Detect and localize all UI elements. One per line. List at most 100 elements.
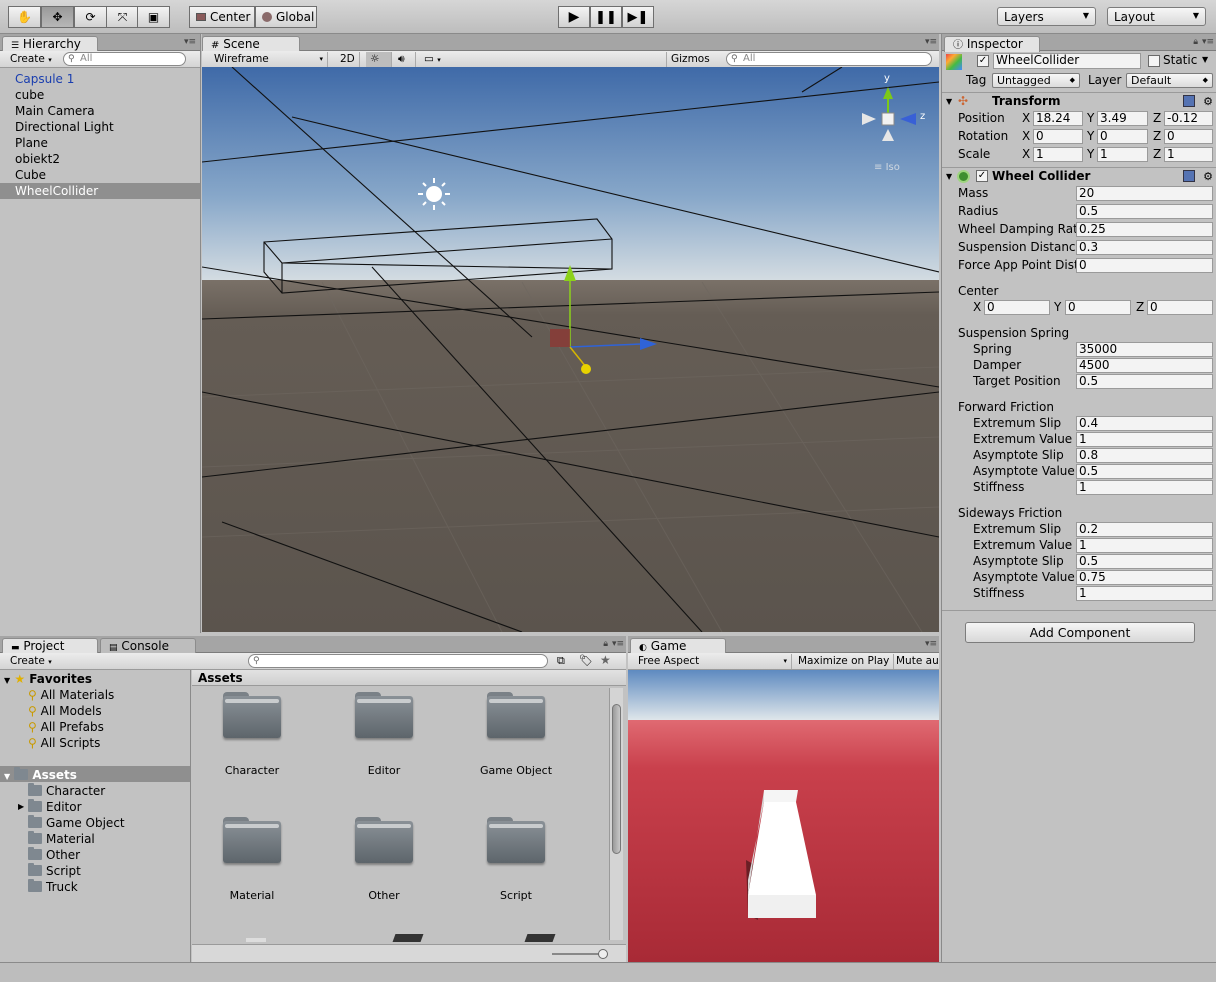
add-component-button[interactable]: Add Component (965, 622, 1195, 643)
settings-gear-icon[interactable]: ⚙ (1203, 93, 1213, 110)
zoom-slider-handle[interactable] (598, 949, 608, 959)
target-position-field[interactable]: 0.5 (1076, 374, 1213, 389)
hierarchy-item[interactable]: cube (0, 87, 200, 103)
wheel-collider-header[interactable]: ▼ ✓ Wheel Collider ⚙ (942, 167, 1216, 185)
tab-scene[interactable]: # Scene (202, 36, 300, 52)
layout-dropdown[interactable]: Layout ▼ (1107, 7, 1206, 26)
tab-game[interactable]: ◐ Game (630, 638, 726, 654)
effects-dropdown[interactable]: ▭ ▾ (420, 52, 454, 67)
damper-field[interactable]: 4500 (1076, 358, 1213, 373)
sideways-extremum-slip-field[interactable]: 0.2 (1076, 522, 1213, 537)
static-checkbox[interactable] (1148, 55, 1160, 67)
asset-grid-item[interactable]: Other (324, 817, 444, 907)
asset-folder-item[interactable]: Script (28, 863, 81, 879)
zoom-slider-track[interactable] (552, 953, 602, 955)
game-viewport[interactable] (628, 670, 939, 962)
hierarchy-search-input[interactable]: ⚲ All (63, 52, 186, 66)
hierarchy-create-dropdown[interactable]: Create ▾ (6, 52, 56, 67)
foldout-arrow-icon[interactable]: ▼ (946, 168, 952, 185)
scrollbar-thumb[interactable] (612, 704, 621, 854)
help-icon[interactable] (1183, 170, 1195, 182)
position-z-field[interactable]: -0.12 (1164, 111, 1213, 126)
hierarchy-item[interactable]: WheelCollider (0, 183, 200, 199)
maximize-on-play-toggle[interactable]: Maximize on Play (794, 654, 895, 669)
scale-y-field[interactable]: 1 (1097, 147, 1148, 162)
sideways-extremum-value-field[interactable]: 1 (1076, 538, 1213, 553)
rotate-tool-button[interactable]: ⟳ (74, 6, 107, 28)
play-button[interactable]: ▶ (558, 6, 590, 28)
scene-viewport[interactable]: y z ≡ Iso (202, 67, 939, 632)
asset-folder-item[interactable]: Game Object (28, 815, 125, 831)
hierarchy-item[interactable]: Directional Light (0, 119, 200, 135)
scale-tool-button[interactable]: ⤧ (106, 6, 139, 28)
help-icon[interactable] (1183, 95, 1195, 107)
rotation-y-field[interactable]: 0 (1097, 129, 1148, 144)
scale-z-field[interactable]: 1 (1164, 147, 1213, 162)
assets-header[interactable]: ▼ Assets (4, 767, 77, 783)
object-name-field[interactable]: WheelCollider (993, 53, 1141, 69)
favorite-star-icon[interactable]: ★ (600, 653, 611, 667)
lock-icon[interactable]: 🔒︎ (1193, 37, 1198, 47)
favorite-item[interactable]: ⚲ All Scripts (28, 735, 100, 751)
asset-grid-item[interactable]: Editor (324, 692, 444, 782)
panel-menu-icon[interactable]: ▾≡ (184, 37, 196, 47)
panel-menu-icon[interactable]: ▾≡ (925, 639, 937, 649)
favorites-header[interactable]: ▼ ★ Favorites (4, 671, 92, 687)
shading-mode-dropdown[interactable]: Wireframe ▾ (210, 52, 328, 67)
space-toggle[interactable]: Global (255, 6, 317, 28)
center-x-field[interactable]: 0 (984, 300, 1050, 315)
layers-dropdown[interactable]: Layers ▼ (997, 7, 1096, 26)
hierarchy-item[interactable]: obiekt2 (0, 151, 200, 167)
active-checkbox[interactable]: ✓ (977, 55, 989, 67)
forward-extremum-slip-field[interactable]: 0.4 (1076, 416, 1213, 431)
hierarchy-item[interactable]: Capsule 1 (0, 71, 200, 87)
rotation-z-field[interactable]: 0 (1164, 129, 1213, 144)
project-create-dropdown[interactable]: Create ▾ (6, 654, 56, 669)
mute-audio-toggle[interactable]: Mute au (892, 654, 939, 669)
favorite-item[interactable]: ⚲ All Prefabs (28, 719, 104, 735)
favorite-item[interactable]: ⚲ All Materials (28, 687, 114, 703)
foldout-arrow-icon[interactable]: ▼ (4, 676, 10, 685)
tab-inspector[interactable]: ⓘ Inspector (944, 36, 1040, 52)
foldout-arrow-icon[interactable]: ▶ (18, 799, 24, 815)
step-button[interactable]: ▶❚ (622, 6, 654, 28)
layer-dropdown[interactable]: Default ◆ (1126, 73, 1213, 88)
forward-stiffness-field[interactable]: 1 (1076, 480, 1213, 495)
center-z-field[interactable]: 0 (1147, 300, 1213, 315)
2d-toggle[interactable]: 2D (336, 52, 360, 67)
rotation-x-field[interactable]: 0 (1033, 129, 1083, 144)
move-tool-button[interactable]: ✥ (41, 6, 74, 28)
forward-asymptote-slip-field[interactable]: 0.8 (1076, 448, 1213, 463)
force-app-field[interactable]: 0 (1076, 258, 1213, 273)
grid-scrollbar[interactable] (609, 688, 623, 940)
asset-folder-item[interactable]: Character (28, 783, 105, 799)
sideways-asymptote-value-field[interactable]: 0.75 (1076, 570, 1213, 585)
asset-folder-item[interactable]: Truck (28, 879, 78, 895)
scale-x-field[interactable]: 1 (1033, 147, 1083, 162)
panel-menu-icon[interactable]: ▾≡ (925, 37, 937, 47)
hierarchy-item[interactable]: Plane (0, 135, 200, 151)
asset-folder-item[interactable]: Other (28, 847, 80, 863)
foldout-arrow-icon[interactable]: ▼ (4, 772, 10, 781)
asset-grid-item[interactable]: Script (456, 817, 576, 907)
hand-tool-button[interactable]: ✋ (8, 6, 41, 28)
wheel-collider-enabled-checkbox[interactable]: ✓ (976, 170, 988, 182)
asset-grid-item[interactable]: Material (192, 817, 312, 907)
gizmos-dropdown[interactable]: Gizmos ▾ (666, 52, 718, 78)
filter-by-type-icon[interactable]: ⧉ (557, 654, 565, 668)
asset-folder-item[interactable]: Material (28, 831, 95, 847)
tab-project[interactable]: ▬ Project (2, 638, 98, 654)
scene-search-input[interactable]: ⚲ All (726, 52, 932, 66)
radius-field[interactable]: 0.5 (1076, 204, 1213, 219)
pause-button[interactable]: ❚❚ (590, 6, 622, 28)
project-search-input[interactable]: ⚲ (248, 654, 548, 668)
favorite-item[interactable]: ⚲ All Models (28, 703, 102, 719)
gizmo-projection-label[interactable]: ≡ Iso (874, 162, 900, 173)
suspension-distance-field[interactable]: 0.3 (1076, 240, 1213, 255)
filter-by-label-icon[interactable]: 🏷︎ (579, 654, 593, 667)
rect-tool-button[interactable]: ▣ (137, 6, 170, 28)
audio-toggle[interactable]: 🔊︎ (394, 52, 416, 67)
settings-gear-icon[interactable]: ⚙ (1203, 168, 1213, 185)
sideways-asymptote-slip-field[interactable]: 0.5 (1076, 554, 1213, 569)
aspect-dropdown[interactable]: Free Aspect ▾ (634, 654, 792, 669)
